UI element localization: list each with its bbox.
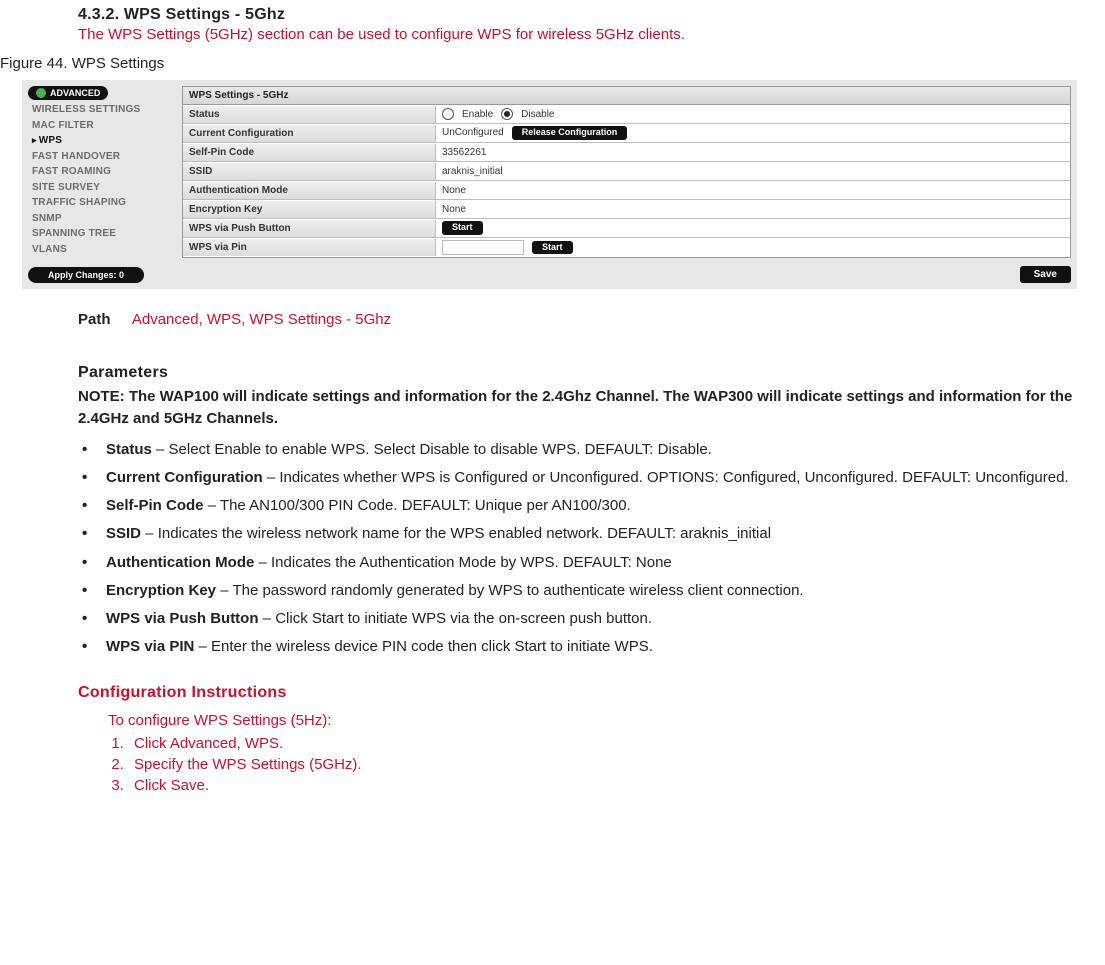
parameter-term: Status: [106, 441, 152, 458]
parameter-desc: – The password randomly generated by WPS…: [216, 582, 804, 599]
parameter-item: WPS via Push Button – Click Start to ini…: [78, 609, 1088, 629]
parameter-item: Status – Select Enable to enable WPS. Se…: [78, 440, 1088, 460]
row-enc-label: Encryption Key: [183, 201, 436, 218]
wps-pin-start-button[interactable]: Start: [532, 241, 573, 255]
wps-push-start-button[interactable]: Start: [442, 221, 483, 235]
apply-changes-button[interactable]: Apply Changes: 0: [28, 267, 144, 283]
config-step: Click Save.: [128, 777, 1088, 794]
row-curconf-label: Current Configuration: [183, 125, 436, 142]
save-button[interactable]: Save: [1020, 266, 1071, 283]
parameter-desc: – Indicates whether WPS is Configured or…: [263, 469, 1069, 486]
parameters-heading: Parameters: [78, 364, 1088, 382]
wps-pin-input[interactable]: [442, 240, 524, 255]
advanced-label: ADVANCED: [50, 88, 100, 98]
sidebar: ADVANCED WIRELESS SETTINGS MAC FILTER WP…: [28, 86, 168, 283]
sidebar-item-traffic-shaping[interactable]: TRAFFIC SHAPING: [28, 195, 168, 211]
parameter-item: WPS via PIN – Enter the wireless device …: [78, 637, 1088, 657]
parameters-note: NOTE: The WAP100 will indicate settings …: [78, 386, 1088, 430]
row-auth-label: Authentication Mode: [183, 182, 436, 199]
path-value: Advanced, WPS, WPS Settings - 5Ghz: [132, 311, 391, 328]
sidebar-item-wps[interactable]: WPS: [28, 133, 168, 149]
parameter-term: Encryption Key: [106, 582, 216, 599]
row-ssid-label: SSID: [183, 163, 436, 180]
parameter-term: Authentication Mode: [106, 554, 254, 571]
row-push-label: WPS via Push Button: [183, 220, 436, 237]
section-heading: 4.3.2. WPS Settings - 5Ghz: [78, 6, 1105, 24]
config-intro: To configure WPS Settings (5Hz):: [108, 712, 1088, 729]
selfpin-value: 33562261: [436, 145, 1070, 160]
parameters-list: Status – Select Enable to enable WPS. Se…: [78, 440, 1088, 658]
parameter-desc: – Indicates the wireless network name fo…: [141, 525, 771, 542]
path-label: Path: [78, 311, 111, 328]
row-pin-label: WPS via Pin: [183, 239, 436, 256]
parameter-item: SSID – Indicates the wireless network na…: [78, 524, 1088, 544]
sidebar-item-mac-filter[interactable]: MAC FILTER: [28, 118, 168, 134]
sidebar-item-snmp[interactable]: SNMP: [28, 211, 168, 227]
radio-disable[interactable]: [501, 108, 513, 120]
parameter-desc: – Enter the wireless device PIN code the…: [194, 638, 653, 655]
parameter-desc: – Indicates the Authentication Mode by W…: [254, 554, 671, 571]
radio-disable-label: Disable: [521, 109, 554, 120]
parameter-term: WPS via Push Button: [106, 610, 259, 627]
sidebar-item-fast-roaming[interactable]: FAST ROAMING: [28, 164, 168, 180]
row-selfpin-label: Self-Pin Code: [183, 144, 436, 161]
auth-value: None: [436, 183, 1070, 198]
sidebar-item-wireless[interactable]: WIRELESS SETTINGS: [28, 102, 168, 118]
enc-value: None: [436, 202, 1070, 217]
parameter-term: WPS via PIN: [106, 638, 194, 655]
release-config-button[interactable]: Release Configuration: [512, 126, 628, 140]
row-status-label: Status: [183, 106, 436, 123]
screenshot: ADVANCED WIRELESS SETTINGS MAC FILTER WP…: [22, 80, 1077, 289]
config-step: Click Advanced, WPS.: [128, 735, 1088, 752]
sidebar-item-fast-handover[interactable]: FAST HANDOVER: [28, 149, 168, 165]
status-dot-icon: [36, 88, 46, 98]
parameter-item: Encryption Key – The password randomly g…: [78, 581, 1088, 601]
config-steps: Click Advanced, WPS. Specify the WPS Sett…: [128, 735, 1088, 794]
parameter-desc: – Select Enable to enable WPS. Select Di…: [152, 441, 712, 458]
parameter-item: Self-Pin Code – The AN100/300 PIN Code. …: [78, 496, 1088, 516]
ssid-value: araknis_initial: [436, 164, 1070, 179]
sidebar-item-spanning-tree[interactable]: SPANNING TREE: [28, 226, 168, 242]
parameter-desc: – Click Start to initiate WPS via the on…: [259, 610, 653, 627]
config-step: Specify the WPS Settings (5GHz).: [128, 756, 1088, 773]
wps-panel: WPS Settings - 5GHz Status Enable Disabl…: [182, 86, 1071, 258]
figure-caption: Figure 44. WPS Settings: [0, 55, 1105, 72]
parameter-desc: – The AN100/300 PIN Code. DEFAULT: Uniqu…: [204, 497, 631, 514]
section-subtext: The WPS Settings (5GHz) section can be u…: [78, 26, 1105, 43]
parameter-item: Authentication Mode – Indicates the Auth…: [78, 553, 1088, 573]
radio-enable-label: Enable: [462, 109, 493, 120]
parameter-term: Current Configuration: [106, 469, 263, 486]
panel-title: WPS Settings - 5GHz: [183, 87, 1070, 105]
parameter-term: SSID: [106, 525, 141, 542]
radio-enable[interactable]: [442, 108, 454, 120]
sidebar-item-vlans[interactable]: VLANS: [28, 242, 168, 258]
sidebar-item-site-survey[interactable]: SITE SURVEY: [28, 180, 168, 196]
path-line: Path Advanced, WPS, WPS Settings - 5Ghz: [78, 311, 1088, 328]
curconf-value: UnConfigured: [442, 127, 504, 138]
config-heading: Configuration Instructions: [78, 684, 1088, 702]
advanced-badge[interactable]: ADVANCED: [28, 86, 108, 100]
parameter-item: Current Configuration – Indicates whethe…: [78, 468, 1088, 488]
parameter-term: Self-Pin Code: [106, 497, 204, 514]
